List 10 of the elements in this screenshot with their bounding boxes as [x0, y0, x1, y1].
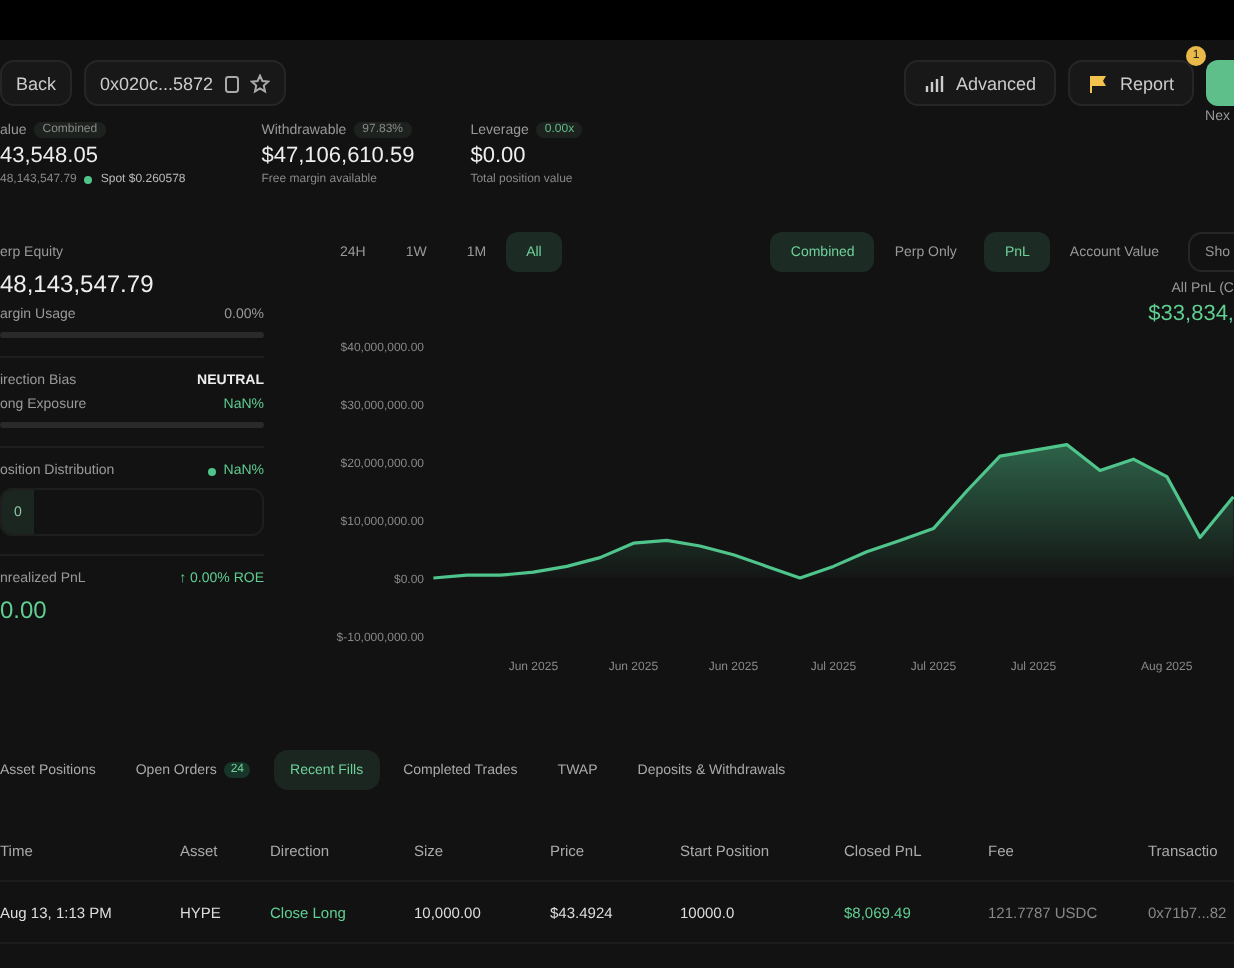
wallet-address: 0x020c...5872 [100, 73, 214, 93]
total-pnl: $33,834, [1148, 302, 1234, 326]
stat-value: $47,106,610.59 [261, 144, 415, 168]
equity-value: 48,143,547.79 [0, 270, 156, 298]
stat-value: 43,548.05 [0, 144, 100, 168]
report-button[interactable]: Report [1067, 60, 1194, 106]
stat-value: $0.00 [470, 144, 528, 168]
pnl-value: 0.00 [0, 596, 49, 624]
advanced-button[interactable]: Advanced [903, 60, 1056, 106]
back-button[interactable]: Back [0, 60, 73, 106]
